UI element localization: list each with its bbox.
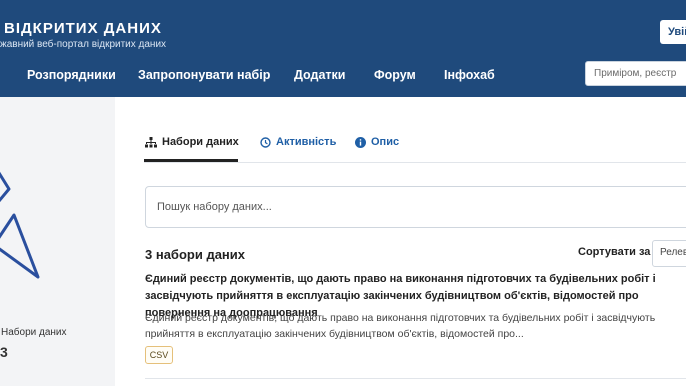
format-badge-csv[interactable]: CSV: [145, 346, 173, 364]
site-search-input[interactable]: [585, 61, 686, 86]
clock-icon: [260, 136, 271, 148]
datasets-stat-value: 3: [0, 344, 8, 360]
sitemap-icon: [145, 136, 157, 147]
login-button[interactable]: Увійти: [660, 20, 686, 44]
nav-item-apps[interactable]: Додатки: [294, 68, 345, 82]
nav-item-forum[interactable]: Форум: [374, 68, 416, 82]
tab-datasets[interactable]: Набори даних: [145, 136, 239, 148]
publisher-logo-icon: [0, 171, 40, 279]
publisher-sidebar: Набори даних 3: [0, 97, 115, 386]
site-title[interactable]: ВІДКРИТИХ ДАНИХ: [4, 20, 162, 37]
site-header: ВІДКРИТИХ ДАНИХ жавний веб-портал відкри…: [0, 0, 686, 97]
dataset-search-input[interactable]: [145, 186, 686, 228]
results-count: 3 набори даних: [145, 247, 245, 262]
site-subtitle: жавний веб-портал відкритих даних: [0, 39, 167, 50]
nav-item-infohub[interactable]: Інфохаб: [444, 68, 495, 82]
tab-activity-label: Активність: [276, 136, 337, 148]
sort-select[interactable]: Релевантністю: [652, 240, 686, 267]
nav-item-suggest-dataset[interactable]: Запропонувати набір: [138, 68, 270, 82]
tab-datasets-label: Набори даних: [162, 136, 239, 148]
tabs-divider: [144, 162, 686, 163]
tab-about-label: Опис: [371, 136, 400, 148]
nav-item-publishers[interactable]: Розпорядники: [27, 68, 116, 82]
info-icon: [355, 136, 366, 148]
sort-label: Сортувати за: [578, 246, 651, 258]
dataset-item-divider: [145, 378, 686, 379]
tab-about[interactable]: Опис: [355, 136, 399, 148]
datasets-stat-label: Набори даних: [1, 327, 67, 338]
dataset-description: Єдиний реєстр документів, що дають право…: [145, 312, 656, 340]
tab-activity[interactable]: Активність: [260, 136, 336, 148]
